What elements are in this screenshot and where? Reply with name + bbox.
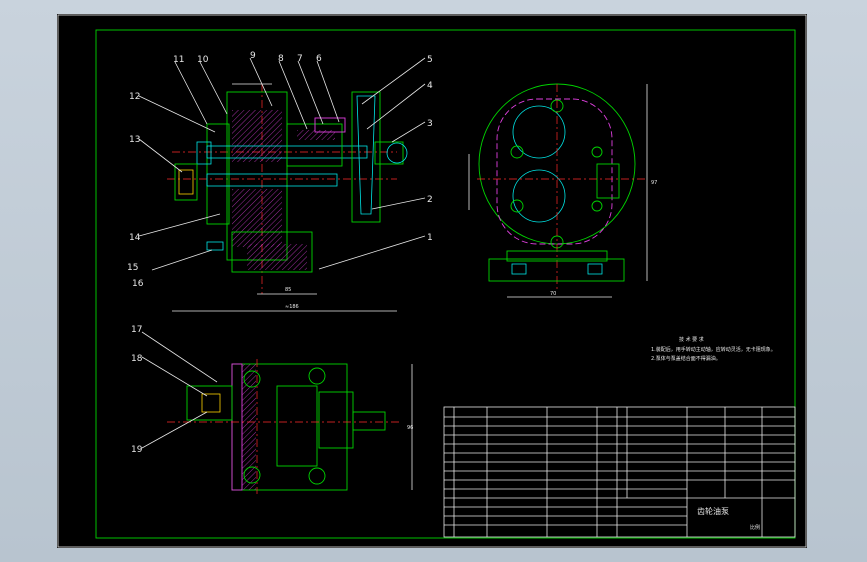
- balloon-3: 3: [427, 119, 433, 129]
- balloon-13: 13: [129, 135, 140, 145]
- balloon-11: 11: [173, 55, 184, 65]
- balloon-15: 15: [127, 263, 138, 273]
- balloon-9: 9: [250, 51, 256, 61]
- dim-height-right: 97: [651, 180, 657, 186]
- balloon-18: 18: [131, 354, 143, 364]
- balloon-6: 6: [316, 54, 322, 64]
- balloon-16: 16: [132, 279, 144, 289]
- tech-requirement-2: 2.泵体与泵盖结合面不得漏油。: [651, 355, 721, 362]
- cad-drawing: ≈186 85 11 10 9 8 7 6 5 4 3 2 1 12 13 14…: [57, 14, 807, 548]
- front-section-view: ≈186 85: [167, 83, 408, 312]
- scale-label: 比例: [750, 524, 760, 531]
- title-block: 齿轮油泵 比例: [443, 406, 796, 538]
- balloon-17: 17: [131, 325, 142, 335]
- balloon-7: 7: [297, 54, 303, 64]
- balloon-2: 2: [427, 195, 433, 205]
- tech-requirements-heading: 技 术 要 求: [679, 336, 704, 343]
- plan-view: 96 17 18 19: [131, 325, 413, 494]
- drawing-sheet: ≈186 85 11 10 9 8 7 6 5 4 3 2 1 12 13 14…: [57, 14, 807, 548]
- dim-overall-length: ≈186: [285, 304, 299, 310]
- balloon-5: 5: [427, 55, 433, 65]
- balloon-1: 1: [427, 233, 433, 243]
- dim-base-width: 70: [550, 291, 556, 297]
- balloon-10: 10: [197, 55, 209, 65]
- side-view: 70 97: [468, 83, 657, 298]
- drawing-name: 齿轮油泵: [697, 506, 729, 516]
- balloon-14: 14: [129, 233, 141, 243]
- outer-border: [57, 14, 807, 548]
- tech-requirements: 技 术 要 求 1.装配后，用手转动主动轴，应转动灵活，无卡阻现象。 2.泵体与…: [651, 336, 776, 362]
- tech-requirement-1: 1.装配后，用手转动主动轴，应转动灵活，无卡阻现象。: [651, 346, 776, 353]
- balloon-4: 4: [427, 81, 433, 91]
- dim-height-plan: 96: [407, 425, 413, 431]
- dim-left-span: 85: [285, 287, 291, 293]
- balloon-19: 19: [131, 445, 143, 455]
- balloon-8: 8: [278, 54, 284, 64]
- balloon-12: 12: [129, 92, 140, 102]
